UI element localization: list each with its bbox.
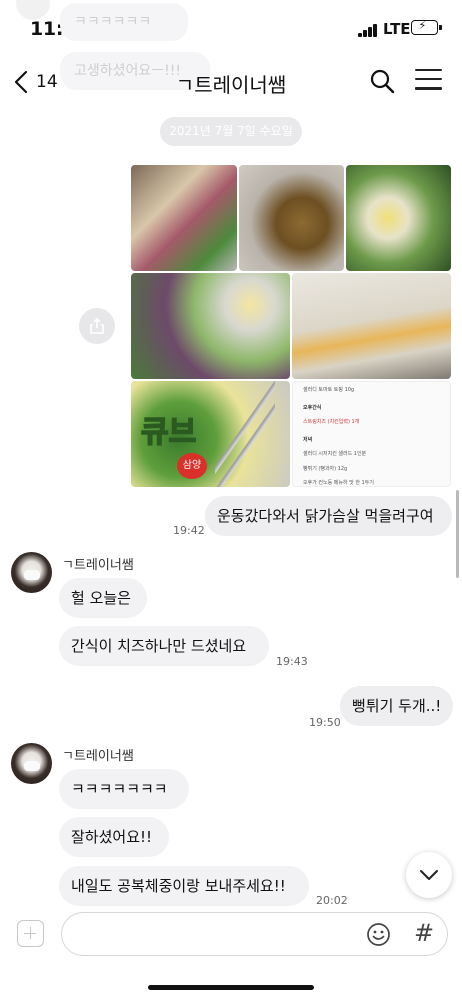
add-attachment-button[interactable] [17, 920, 44, 947]
home-indicator [148, 985, 314, 990]
sender-name: ㄱ트레이너쌤 [62, 558, 134, 573]
share-icon [90, 317, 104, 334]
avatar[interactable] [11, 743, 52, 784]
faded-message: ㅋㅋㅋㅋㅋㅋ [60, 3, 188, 41]
avatar[interactable] [11, 552, 52, 593]
photo-snack[interactable] [239, 165, 344, 271]
product-logo: 큐브 [140, 414, 197, 451]
message-bubble-received[interactable]: 헐 오늘은 [59, 578, 147, 618]
share-button[interactable] [79, 308, 115, 344]
photo-diet-log[interactable]: 샐러디 토마토 토핑 10g 오후간식 스트링치즈 (치킨입력) 1개 저녁 샐… [292, 381, 451, 487]
message-time: 19:50 [309, 716, 341, 729]
product-badge: 삼양 [177, 453, 207, 479]
battery-icon [411, 20, 438, 35]
network-type: LTE [383, 20, 411, 38]
message-bubble-received[interactable]: 내일도 공복체중이랑 보내주세요!! [59, 866, 309, 906]
search-icon[interactable] [369, 68, 395, 94]
message-bubble-received[interactable]: 잘하셨어요!! [59, 817, 169, 857]
message-time: 19:43 [276, 655, 308, 668]
menu-icon[interactable] [415, 69, 442, 91]
photo-sandwich[interactable] [131, 165, 237, 271]
photo-rice-cake[interactable] [292, 273, 451, 379]
photo-product[interactable]: 큐브 삼양 [131, 381, 290, 487]
chevron-down-icon [420, 870, 438, 880]
message-bubble-received[interactable]: ㅋㅋㅋㅋㅋㅋㅋ [59, 769, 189, 809]
hashtag-icon[interactable]: # [414, 919, 434, 947]
scroll-to-bottom-button[interactable] [406, 852, 452, 898]
message-time: 19:42 [173, 524, 205, 537]
scrollbar[interactable] [456, 490, 459, 578]
emoji-icon[interactable] [366, 922, 391, 947]
photo-salad[interactable] [346, 165, 451, 271]
signal-icon [358, 23, 378, 37]
message-bubble-sent[interactable]: 운동갔다와서 닭가슴살 먹을려구여 [205, 496, 452, 536]
message-bubble-sent[interactable]: 뻥튀기 두개..! [340, 686, 453, 726]
date-divider: 2021년 7월 7일 수요일 [160, 117, 302, 146]
sender-name: ㄱ트레이너쌤 [62, 749, 134, 764]
message-composer: # [0, 906, 462, 964]
chat-header: 14 ㄱ트레이너쌤 [0, 56, 462, 108]
photo-chicken-salad[interactable] [131, 273, 290, 379]
message-bubble-received[interactable]: 간식이 치즈하나만 드셨네요 [59, 626, 269, 666]
